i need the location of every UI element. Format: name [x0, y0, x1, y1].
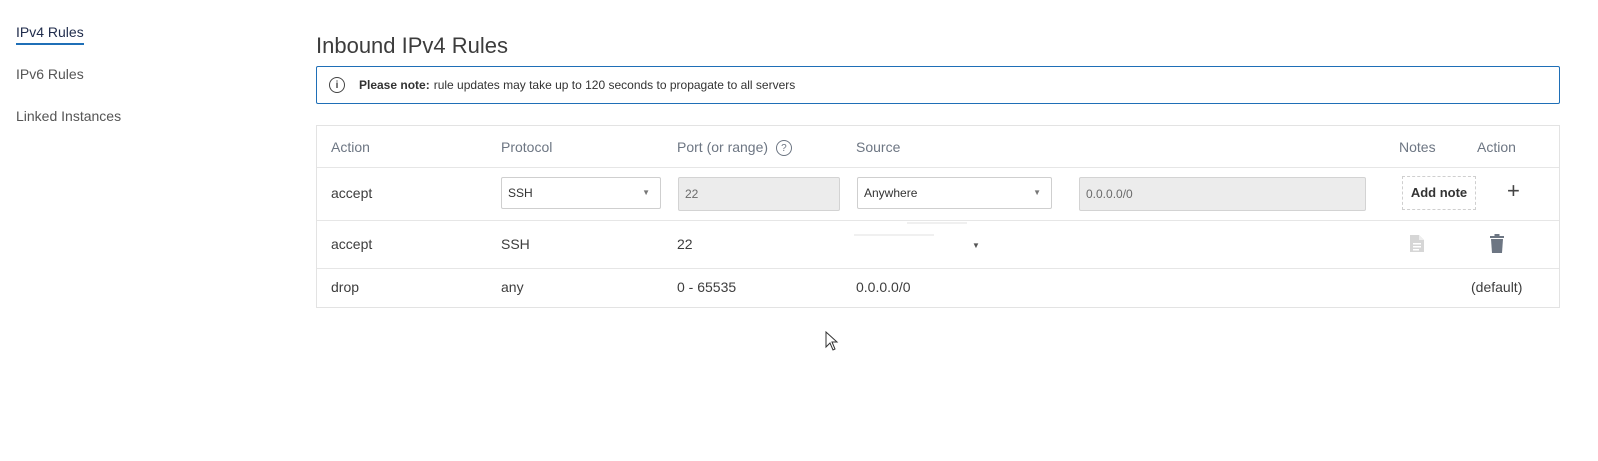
document-icon[interactable] [1409, 234, 1425, 258]
chevron-down-icon: ▼ [642, 188, 650, 197]
port-input-value: 22 [685, 187, 699, 201]
help-icon[interactable]: ? [775, 140, 792, 157]
source-select-value: Anywhere [864, 186, 918, 200]
table-row: drop any 0 - 65535 0.0.0.0/0 (default) [317, 269, 1559, 307]
row-default-label: (default) [1471, 279, 1523, 295]
new-rule-action: accept [331, 185, 373, 201]
sidebar: IPv4 Rules IPv6 Rules Linked Instances [16, 24, 276, 150]
port-input: 22 [678, 177, 840, 211]
source-placeholder-line [907, 222, 967, 224]
cidr-input-value: 0.0.0.0/0 [1086, 187, 1133, 201]
cidr-input: 0.0.0.0/0 [1079, 177, 1366, 211]
header-port: Port (or range) ? [677, 139, 792, 157]
table-row: accept SSH 22 ▼ [317, 221, 1559, 269]
trash-icon[interactable] [1489, 234, 1505, 258]
page-title: Inbound IPv4 Rules [316, 32, 509, 58]
header-protocol: Protocol [501, 139, 553, 155]
row-protocol: any [501, 279, 524, 295]
row-action: drop [331, 279, 360, 295]
sidebar-item-ipv6-rules[interactable]: IPv6 Rules [16, 66, 84, 85]
notice-text: rule updates may take up to 120 seconds … [433, 78, 796, 92]
notice-bold: Please note: [359, 78, 430, 92]
header-source: Source [856, 139, 901, 155]
add-note-button[interactable]: Add note [1402, 176, 1476, 210]
sidebar-item-ipv4-rules[interactable]: IPv4 Rules [16, 24, 84, 45]
header-port-label: Port (or range) [677, 139, 769, 155]
table-row-new-rule: accept SSH ▼ 22 Anywhere ▼ 0.0.0.0/0 Add… [317, 168, 1559, 221]
header-action: Action [331, 139, 370, 155]
rules-table: Action Protocol Port (or range) ? Source… [316, 125, 1560, 308]
add-rule-plus-icon[interactable]: + [1507, 178, 1520, 204]
row-protocol: SSH [501, 236, 530, 252]
table-header: Action Protocol Port (or range) ? Source… [317, 126, 1559, 168]
info-icon: i [329, 77, 345, 93]
row-source: 0.0.0.0/0 [856, 279, 911, 295]
source-placeholder-line [854, 234, 934, 236]
protocol-select-value: SSH [508, 186, 533, 200]
source-select[interactable]: Anywhere ▼ [857, 177, 1052, 209]
chevron-down-icon: ▼ [1033, 188, 1041, 197]
row-action: accept [331, 236, 373, 252]
protocol-select[interactable]: SSH ▼ [501, 177, 661, 209]
row-port: 0 - 65535 [677, 279, 737, 295]
notice-banner: i Please note: rule updates may take up … [316, 66, 1560, 104]
sidebar-item-linked-instances[interactable]: Linked Instances [16, 108, 121, 127]
chevron-down-icon[interactable]: ▼ [972, 241, 980, 250]
header-notes: Notes [1399, 139, 1436, 155]
header-action-right: Action [1477, 139, 1516, 155]
mouse-cursor-icon [825, 330, 839, 356]
row-port: 22 [677, 236, 693, 252]
